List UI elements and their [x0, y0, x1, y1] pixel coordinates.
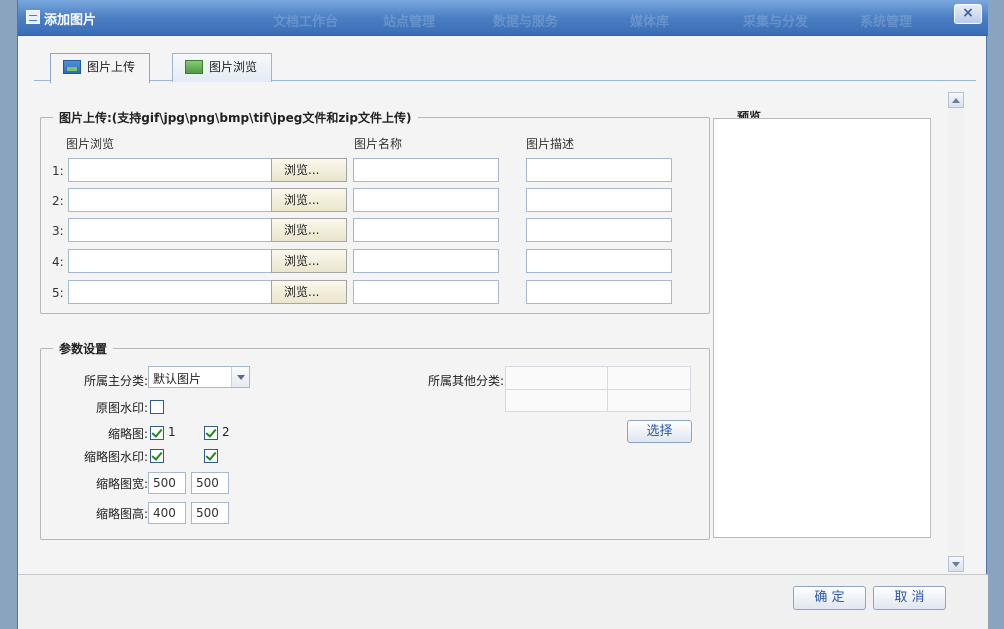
browse-button-4[interactable]: 浏览... [271, 249, 347, 273]
close-icon: × [962, 5, 974, 21]
ghost-nav-item: 系统管理 [860, 15, 913, 30]
image-name-input-5[interactable] [353, 280, 499, 304]
thumbnail-height-input-2[interactable]: 500 [191, 502, 229, 524]
row-index: 3: [52, 224, 64, 238]
original-watermark-checkbox[interactable] [150, 400, 164, 414]
thumbnail-option-2: 2 [222, 425, 230, 439]
thumbnail-height-label: 缩略图高: [95, 507, 148, 521]
preview-area [713, 118, 931, 538]
column-header-browse: 图片浏览 [66, 137, 115, 151]
ghost-nav-item: 媒体库 [630, 15, 670, 30]
image-desc-input-2[interactable] [526, 188, 672, 212]
row-index: 4: [52, 255, 64, 269]
window-icon [26, 10, 40, 24]
thumbnail-watermark-label: 缩略图水印: [83, 450, 148, 464]
watermark-label: 原图水印: [95, 401, 148, 415]
tab-bar: 图片上传 图片浏览 [34, 50, 976, 83]
tab-label: 图片浏览 [209, 60, 258, 74]
thumbnail-checkbox-1[interactable] [150, 426, 164, 440]
image-upload-icon [63, 60, 81, 74]
dialog-footer: 确 定 取 消 [18, 574, 988, 629]
image-desc-input-1[interactable] [526, 158, 672, 182]
image-name-input-2[interactable] [353, 188, 499, 212]
column-header-name: 图片名称 [354, 137, 403, 151]
upload-legend: 图片上传:(支持gif\jpg\png\bmp\tif\jpeg文件和zip文件… [53, 109, 418, 126]
thumbnail-checkbox-2[interactable] [204, 426, 218, 440]
file-path-input-4[interactable] [68, 249, 272, 273]
browse-button-5[interactable]: 浏览... [271, 280, 347, 304]
thumbnail-option-1: 1 [168, 425, 176, 439]
file-path-input-1[interactable] [68, 158, 272, 182]
cancel-button[interactable]: 取 消 [873, 586, 946, 610]
image-name-input-4[interactable] [353, 249, 499, 273]
image-desc-input-3[interactable] [526, 218, 672, 242]
ghost-nav-item: 站点管理 [383, 15, 436, 30]
thumbnail-width-label: 缩略图宽: [95, 477, 148, 491]
row-index: 5: [52, 286, 64, 300]
dialog-title: 添加图片 [44, 13, 97, 28]
grid-divider [506, 389, 690, 390]
browse-button-1[interactable]: 浏览... [271, 158, 347, 182]
params-legend: 参数设置 [53, 340, 114, 357]
main-category-value: 默认图片 [153, 372, 202, 386]
file-path-input-5[interactable] [68, 280, 272, 304]
scroll-up-icon[interactable] [948, 92, 964, 108]
main-category-select[interactable]: 默认图片 [148, 366, 250, 388]
vertical-scrollbar[interactable] [948, 92, 964, 572]
ok-button[interactable]: 确 定 [793, 586, 866, 610]
browse-button-2[interactable]: 浏览... [271, 188, 347, 212]
row-index: 1: [52, 164, 64, 178]
other-category-label: 所属其他分类: [427, 374, 504, 388]
thumbnail-watermark-checkbox-2[interactable] [204, 449, 218, 463]
scroll-down-icon[interactable] [948, 556, 964, 572]
close-button[interactable]: × [954, 4, 982, 24]
image-desc-input-5[interactable] [526, 280, 672, 304]
thumbnail-label: 缩略图: [107, 427, 148, 441]
chevron-down-icon [231, 367, 249, 387]
thumbnail-width-input-2[interactable]: 500 [191, 472, 229, 494]
thumbnail-width-input-1[interactable]: 500 [148, 472, 186, 494]
column-header-desc: 图片描述 [526, 137, 575, 151]
thumbnail-watermark-checkbox-1[interactable] [150, 449, 164, 463]
other-category-grid[interactable] [505, 366, 691, 412]
image-name-input-3[interactable] [353, 218, 499, 242]
image-desc-input-4[interactable] [526, 249, 672, 273]
row-index: 2: [52, 194, 64, 208]
tab-image-browse[interactable]: 图片浏览 [172, 53, 273, 82]
main-category-label: 所属主分类: [83, 374, 148, 388]
ghost-nav-item: 文档工作台 [273, 15, 339, 30]
tab-image-upload[interactable]: 图片上传 [50, 53, 151, 83]
ghost-nav-item: 采集与分发 [743, 15, 809, 30]
thumbnail-height-input-1[interactable]: 400 [148, 502, 186, 524]
file-path-input-2[interactable] [68, 188, 272, 212]
dialog-titlebar[interactable]: 添加图片 文档工作台 站点管理 数据与服务 媒体库 采集与分发 系统管理 × [18, 0, 988, 36]
image-name-input-1[interactable] [353, 158, 499, 182]
select-category-button[interactable]: 选择 [627, 420, 692, 443]
ghost-nav-item: 数据与服务 [493, 15, 559, 30]
image-browse-icon [185, 60, 203, 74]
tab-label: 图片上传 [87, 60, 136, 74]
add-image-dialog: 添加图片 文档工作台 站点管理 数据与服务 媒体库 采集与分发 系统管理 × 图… [17, 0, 988, 629]
file-path-input-3[interactable] [68, 218, 272, 242]
browse-button-3[interactable]: 浏览... [271, 218, 347, 242]
